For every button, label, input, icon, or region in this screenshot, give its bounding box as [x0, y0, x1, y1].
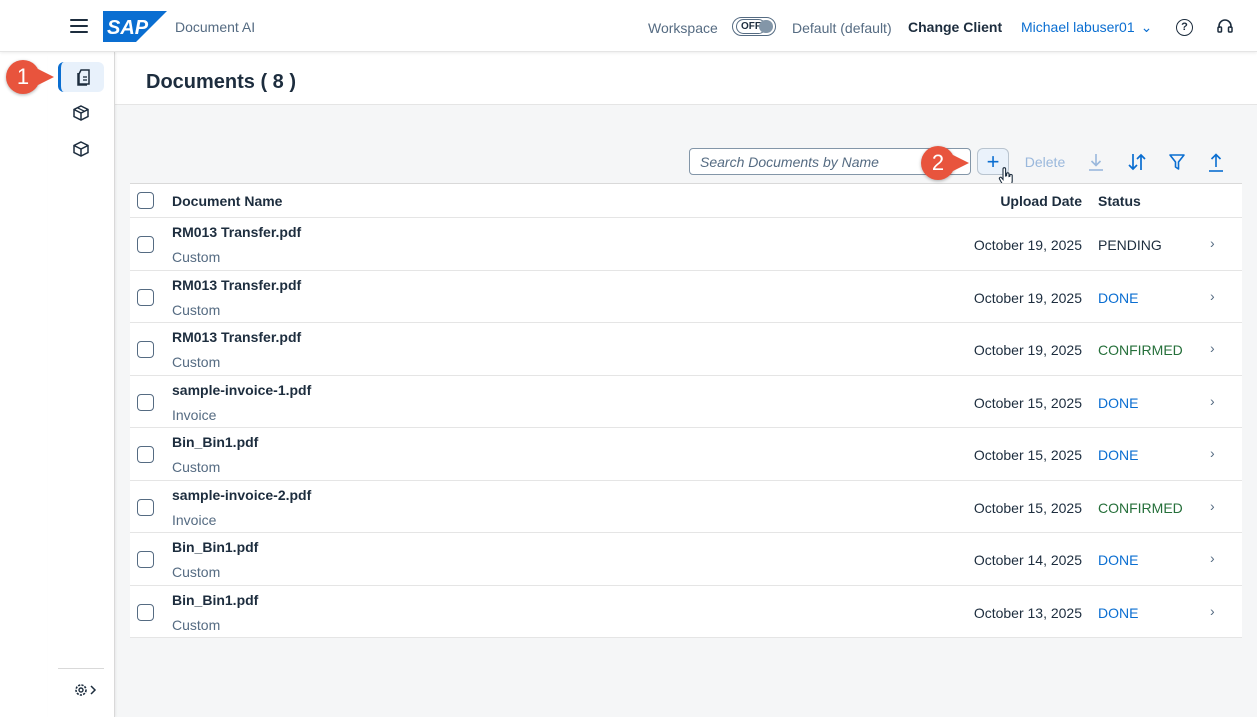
document-name: sample-invoice-2.pdf [172, 486, 312, 503]
nav-item-schemas[interactable] [58, 98, 104, 128]
chevron-right-icon[interactable]: › [1210, 445, 1215, 461]
row-checkbox[interactable] [137, 393, 154, 411]
document-type: Custom [172, 564, 221, 580]
document-name: RM013 Transfer.pdf [172, 224, 302, 240]
row-checkbox[interactable] [137, 341, 154, 358]
nav-item-templates[interactable] [58, 134, 104, 164]
upload-date: October 15, 2025 [973, 394, 1082, 411]
table-row[interactable]: RM013 Transfer.pdf Custom October 19, 2025… [130, 218, 1242, 271]
status-text: DONE [1098, 447, 1139, 463]
document-type: Custom [172, 354, 221, 370]
chevron-right-icon[interactable]: › [1210, 288, 1215, 304]
sort-icon[interactable] [1127, 151, 1147, 173]
table-row[interactable]: Bin_Bin1.pdf Custom October 15, 2025 DONE › [130, 428, 1242, 481]
select-all-checkbox[interactable] [137, 192, 154, 209]
status-text: PENDING [1098, 237, 1162, 253]
chevron-right-icon[interactable]: › [1210, 550, 1215, 566]
table-row[interactable]: RM013 Transfer.pdf Custom October 19, 2025… [130, 323, 1242, 376]
upload-icon[interactable] [1207, 151, 1225, 173]
document-name: Bin_Bin1.pdf [172, 434, 259, 450]
menu-icon[interactable] [68, 16, 90, 36]
status-text: DONE [1098, 289, 1139, 306]
chevron-right-icon[interactable]: › [1210, 603, 1215, 619]
document-name: RM013 Transfer.pdf [172, 329, 302, 345]
chevron-right-icon[interactable]: › [1210, 235, 1215, 251]
side-navigation [48, 52, 115, 717]
row-checkbox[interactable] [137, 551, 154, 568]
status-text: DONE [1098, 552, 1139, 568]
table-row[interactable]: sample-invoice-2.pdf Invoice October 15, 2… [130, 481, 1242, 533]
table-row[interactable]: Bin_Bin1.pdf Custom October 14, 2025 DONE › [130, 533, 1242, 586]
table-row[interactable]: sample-invoice-1.pdf Invoice October 15, 2… [130, 376, 1242, 428]
headset-icon[interactable] [1216, 18, 1234, 36]
document-type: Custom [172, 249, 221, 265]
table-row[interactable]: RM013 Transfer.pdf Custom October 19, 2025… [130, 271, 1242, 323]
document-type: Invoice [172, 406, 217, 423]
chevron-right-icon[interactable]: › [1210, 393, 1215, 409]
client-default: Default (default) [792, 20, 892, 36]
documents-table: Document Name Upload Date Status RM013 T… [130, 183, 1242, 638]
upload-date: October 15, 2025 [973, 447, 1082, 463]
nav-item-documents[interactable] [58, 62, 104, 92]
document-name: Bin_Bin1.pdf [172, 539, 259, 555]
document-name: sample-invoice-1.pdf [172, 381, 312, 398]
chevron-down-icon: ⌄ [1140, 19, 1153, 35]
row-checkbox[interactable] [137, 498, 154, 516]
sap-logo: SAP [103, 11, 167, 42]
document-type: Custom [172, 459, 221, 475]
status-text: CONFIRMED [1098, 499, 1183, 516]
status-text: DONE [1098, 604, 1139, 621]
user-name: Michael labuser01 [1021, 19, 1135, 35]
column-header-status[interactable]: Status [1098, 193, 1141, 209]
user-menu[interactable]: Michael labuser01 ⌄ [1021, 19, 1152, 36]
cube-outline-icon [73, 141, 89, 157]
upload-date: October 19, 2025 [973, 342, 1082, 358]
workspace-toggle[interactable]: OFF [732, 17, 776, 36]
workspace-label: Workspace [648, 20, 718, 36]
page-title: Documents ( 8 ) [146, 71, 297, 93]
documents-icon [77, 69, 90, 86]
status-text: CONFIRMED [1098, 342, 1183, 358]
settings-button[interactable] [72, 680, 100, 700]
svg-text:SAP: SAP [107, 17, 149, 39]
document-type: Custom [172, 616, 221, 633]
upload-date: October 15, 2025 [973, 499, 1082, 516]
nav-divider [58, 668, 104, 669]
chevron-right-icon[interactable]: › [1210, 340, 1215, 356]
upload-date: October 19, 2025 [973, 237, 1082, 253]
help-icon[interactable]: ? [1176, 19, 1193, 36]
column-header-date[interactable]: Upload Date [1000, 193, 1082, 209]
change-client-link[interactable]: Change Client [908, 19, 1002, 35]
document-name: Bin_Bin1.pdf [172, 591, 259, 608]
document-type: Custom [172, 301, 221, 318]
download-icon[interactable] [1087, 151, 1105, 173]
app-name: Document AI [175, 19, 256, 35]
toggle-knob [759, 20, 773, 33]
title-bar: Documents ( 8 ) [115, 52, 1257, 105]
gear-icon [75, 684, 97, 696]
main-content: Documents ( 8 ) + Delete Document Name U… [115, 52, 1257, 717]
shell-bar: SAP Document AI Workspace OFF Default (d… [0, 0, 1257, 52]
callout-badge-1: 1 [6, 60, 54, 94]
chevron-right-icon[interactable]: › [1210, 498, 1215, 514]
column-header-name[interactable]: Document Name [172, 193, 282, 209]
delete-button[interactable]: Delete [1020, 148, 1070, 175]
filter-icon[interactable] [1168, 151, 1186, 173]
row-checkbox[interactable] [137, 603, 154, 621]
callout-badge-2: 2 [921, 146, 969, 180]
upload-date: October 14, 2025 [973, 552, 1082, 568]
status-text: DONE [1098, 394, 1139, 411]
row-checkbox[interactable] [137, 446, 154, 463]
cube-icon [73, 105, 89, 121]
upload-date: October 13, 2025 [973, 604, 1082, 621]
row-checkbox[interactable] [137, 288, 154, 306]
table-row[interactable]: Bin_Bin1.pdf Custom October 13, 2025 DONE › [130, 586, 1242, 638]
document-type: Invoice [172, 511, 217, 528]
row-checkbox[interactable] [137, 236, 154, 253]
table-header: Document Name Upload Date Status [130, 184, 1242, 218]
document-name: RM013 Transfer.pdf [172, 276, 302, 293]
upload-date: October 19, 2025 [973, 289, 1082, 306]
